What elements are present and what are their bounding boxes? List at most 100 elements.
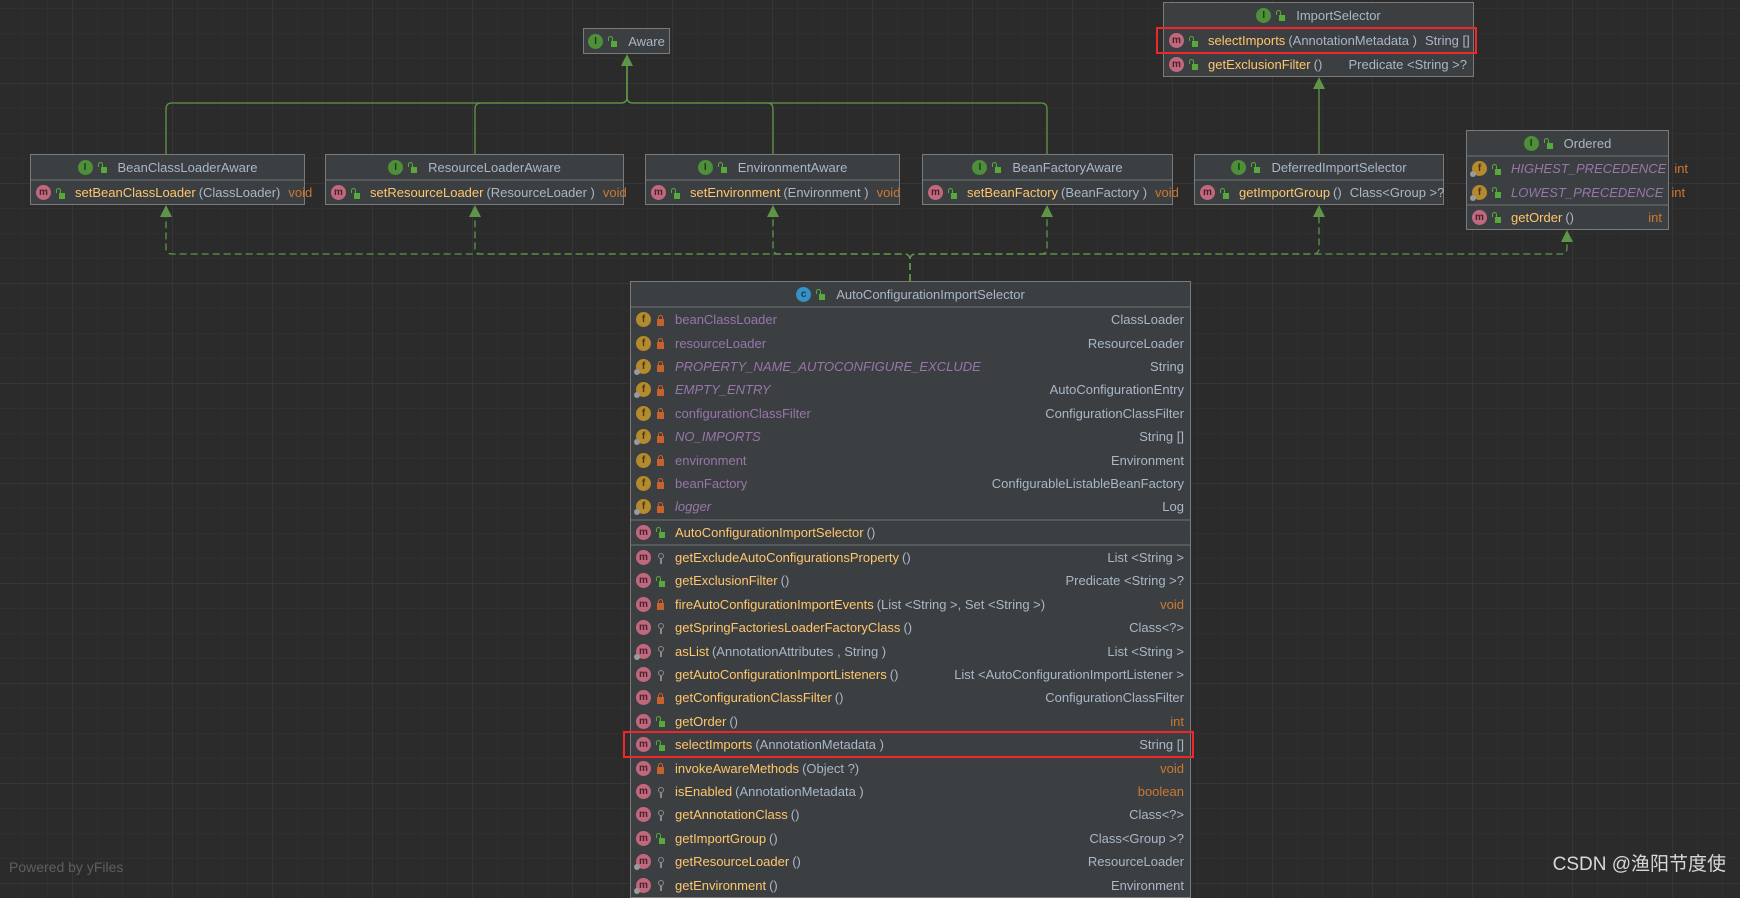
field-row[interactable]: f resourceLoader ResourceLoader (631, 331, 1190, 354)
method-row[interactable]: m setResourceLoader (ResourceLoader ) void (326, 181, 627, 204)
method-row[interactable]: m selectImports (AnnotationMetadata ) Strin… (1164, 29, 1473, 52)
member-name: getImportGroup (1239, 185, 1331, 201)
public-visibility-icon (1189, 35, 1198, 47)
interface-icon: I (697, 159, 713, 175)
method-icon: m (636, 807, 651, 823)
class-node-import-selector[interactable]: I ImportSelector m selectImports (Annotation… (1163, 2, 1474, 77)
public-visibility-icon (1543, 137, 1553, 149)
member-params: (AnnotationMetadata ) (755, 737, 884, 753)
member-params: (Object ?) (802, 760, 860, 776)
protected-visibility-icon (656, 879, 665, 892)
field-row[interactable]: f NO_IMPORTS String [] (631, 425, 1190, 448)
field-row[interactable]: f HIGHEST_PRECEDENCE int (1467, 157, 1688, 180)
method-row[interactable]: m setBeanClassLoader (ClassLoader) void (31, 181, 312, 204)
method-icon: m (636, 620, 651, 636)
protected-visibility-icon (656, 809, 665, 821)
member-section: m setBeanClassLoader (ClassLoader) void (31, 179, 312, 204)
node-title: AutoConfigurationImportSelector (836, 286, 1025, 302)
method-row[interactable]: m getExclusionFilter() Predicate <String >… (1164, 52, 1473, 75)
implements-arrowhead-bean-class-loader-aware (160, 205, 172, 217)
class-node-bean-class-loader-aware[interactable]: I BeanClassLoaderAware m setBeanClassLoader… (30, 154, 312, 206)
member-params: () (1313, 56, 1323, 72)
field-icon: f (634, 429, 651, 446)
method-row[interactable]: m asList (AnnotationAttributes , String ) L… (631, 639, 1190, 662)
method-row[interactable]: m getConfigurationClassFilter() Configurat… (631, 686, 1190, 709)
field-row[interactable]: f logger Log (631, 495, 1190, 518)
method-row[interactable]: m getExclusionFilter() Predicate <String >… (631, 569, 1190, 592)
method-row[interactable]: m getOrder() int (1467, 206, 1668, 229)
class-node-aware[interactable]: I Aware (583, 28, 670, 54)
interface-icon: I (972, 159, 988, 175)
method-row[interactable]: m invokeAwareMethods (Object ?) void (631, 756, 1190, 779)
method-row[interactable]: m getAutoConfigurationImportListeners () L… (631, 663, 1190, 686)
private-visibility-icon (656, 692, 665, 704)
member-type: ResourceLoader (1087, 335, 1184, 351)
member-type: void (1160, 760, 1184, 776)
public-visibility-icon (992, 161, 1002, 173)
private-visibility-icon (656, 501, 665, 513)
interface-icon: I (1523, 135, 1539, 151)
node-title: BeanClassLoaderAware (117, 159, 258, 175)
member-name: beanClassLoader (675, 312, 777, 328)
protected-visibility-icon (656, 856, 665, 868)
field-row[interactable]: f environment Environment (631, 448, 1190, 471)
node-title: EnvironmentAware (737, 159, 848, 175)
interface-icon: I (388, 159, 404, 175)
member-type: String [] (1424, 33, 1470, 49)
field-row[interactable]: f PROPERTY_NAME_AUTOCONFIGURE_EXCLUDE Stri… (631, 355, 1190, 378)
member-name: getOrder (1511, 209, 1563, 225)
method-icon: m (651, 185, 666, 201)
field-icon: f (634, 382, 651, 399)
public-visibility-icon (1492, 211, 1501, 224)
method-row[interactable]: m fireAutoConfigurationImportEvents (List… (631, 593, 1190, 616)
member-params: (ClassLoader) (198, 185, 281, 201)
method-row[interactable]: m getSpringFactoriesLoaderFactoryClass() C… (631, 616, 1190, 639)
class-node-resource-loader-aware[interactable]: I ResourceLoaderAware m setResourceLoader (R… (325, 154, 627, 206)
method-row[interactable]: m selectImports (AnnotationMetadata ) Strin… (631, 733, 1190, 756)
class-node-bean-factory-aware[interactable]: I BeanFactoryAware m setBeanFactory (BeanFac… (922, 154, 1179, 206)
class-node-auto-configuration-import-selector[interactable]: c AutoConfigurationImportSelector f beanCla… (630, 281, 1191, 898)
member-type: List <String > (1107, 643, 1184, 659)
method-row[interactable]: m getImportGroup() Class<Group >? (631, 827, 1190, 850)
method-icon: m (1169, 33, 1184, 49)
member-name: selectImports (675, 737, 753, 753)
node-title: Ordered (1563, 135, 1612, 151)
member-section: f beanClassLoader ClassLoader f resourceLoad… (631, 306, 1190, 519)
field-row[interactable]: f beanClassLoader ClassLoader (631, 308, 1190, 331)
member-type: boolean (1137, 784, 1184, 799)
class-node-ordered[interactable]: I Ordered f HIGHEST_PRECEDENCEint f LOWEST_PR… (1466, 130, 1688, 231)
extends-edge-resource-loader-aware (474, 66, 628, 154)
private-visibility-icon (656, 762, 665, 775)
method-icon: m (636, 550, 651, 566)
member-params: () (866, 524, 876, 540)
method-row[interactable]: m getEnvironment() Environment (631, 873, 1190, 896)
method-row[interactable]: m isEnabled (AnnotationMetadata ) boolean (631, 780, 1190, 803)
public-visibility-icon (656, 575, 665, 587)
method-row[interactable]: m getExcludeAutoConfigurationsProperty ()… (631, 546, 1190, 569)
method-row[interactable]: m setEnvironment (Environment ) void (646, 181, 900, 204)
member-name: HIGHEST_PRECEDENCE (1511, 161, 1667, 177)
member-type: String [] (1139, 429, 1184, 445)
class-node-deferred-import-selector[interactable]: I DeferredImportSelector m getImportGroup()… (1194, 154, 1444, 206)
field-row[interactable]: f EMPTY_ENTRY AutoConfigurationEntry (631, 378, 1190, 401)
field-row[interactable]: f LOWEST_PRECEDENCE int (1467, 180, 1685, 203)
method-row[interactable]: m AutoConfigurationImportSelector () (631, 521, 1190, 544)
method-row[interactable]: m getResourceLoader() ResourceLoader (631, 850, 1190, 873)
field-row[interactable]: f configurationClassFilter ConfigurationCl… (631, 402, 1190, 425)
class-node-environment-aware[interactable]: I EnvironmentAware m setEnvironment (Environ… (645, 154, 900, 206)
member-type: int (1648, 209, 1662, 225)
method-row[interactable]: m getAnnotationClass() Class<?> (631, 803, 1190, 826)
field-icon: f (1470, 161, 1487, 178)
member-section: f HIGHEST_PRECEDENCE int f LOWEST_PRECEDENCE… (1467, 155, 1688, 204)
method-row[interactable]: m setBeanFactory (BeanFactory ) void (923, 181, 1179, 204)
method-row[interactable]: m getImportGroup() Class<Group >? (1195, 181, 1444, 204)
public-visibility-icon (656, 715, 665, 728)
method-row[interactable]: m getOrder() int (631, 710, 1190, 733)
member-type: void (1160, 596, 1184, 612)
field-row[interactable]: f beanFactory ConfigurableListableBeanFact… (631, 472, 1190, 495)
method-icon: m (636, 573, 651, 589)
method-icon: m (1169, 56, 1184, 72)
member-name: environment (675, 452, 747, 468)
public-visibility-icon (56, 187, 65, 199)
member-name: resourceLoader (675, 335, 767, 351)
